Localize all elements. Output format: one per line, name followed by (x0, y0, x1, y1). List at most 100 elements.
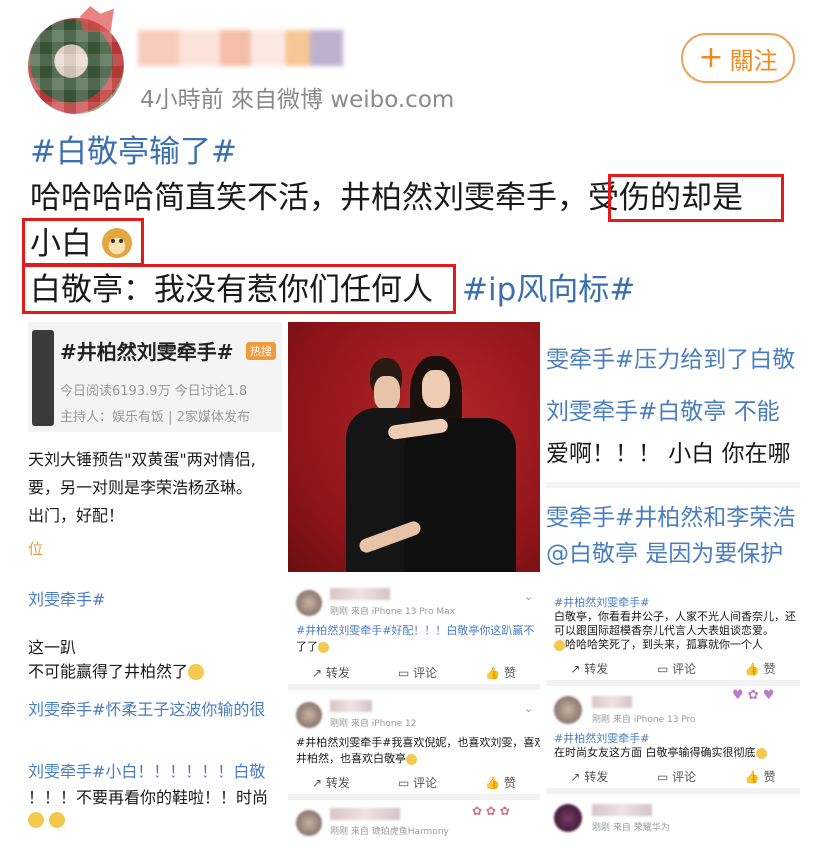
divider (546, 788, 800, 794)
repost-label: 转发 (584, 770, 609, 784)
action-bar: ↗ 转发 ▭ 评论 👍 赞 (288, 664, 540, 681)
comment-label: 评论 (413, 666, 438, 680)
commenter-avatar[interactable] (554, 804, 582, 832)
like-button[interactable]: 👍 赞 (745, 660, 776, 677)
like-button[interactable]: 👍 赞 (485, 774, 516, 791)
emoji-icon (406, 754, 417, 765)
commenter-name-blurred (330, 700, 372, 712)
highlight-box-3 (22, 264, 456, 314)
avatar-badge-icon (80, 6, 114, 32)
chevron-down-icon[interactable]: ⌄ (524, 702, 533, 715)
image-tile-right[interactable]: 雯牵手#压力给到了白敬 刘雯牵手#白敬亭 不能 爱啊！！！ 小白 你在哪 雯牵手… (546, 322, 800, 582)
commenter-avatar[interactable] (296, 810, 322, 836)
woman-body-shape (404, 418, 516, 572)
topic-card-title: #井柏然刘雯牵手# (60, 340, 234, 364)
comment-source: 刚刚 来自 iPhone 13 Pro (592, 715, 696, 725)
comment-text: #井柏然刘雯牵手#好配！！！白敬亭你这趴赢不 (296, 622, 534, 638)
commenter-name-blurred (592, 804, 652, 816)
left-text-7-label: 不可能赢得了井柏然了 (28, 662, 189, 681)
divider (546, 680, 800, 686)
left-text-6: 这一趴 (28, 638, 77, 657)
divider (288, 684, 540, 690)
avatar[interactable] (28, 18, 124, 114)
comment-source: 刚刚 来自 琥珀虎鱼Harmony (330, 827, 449, 837)
commenter-avatar[interactable] (296, 702, 322, 728)
like-button[interactable]: 👍 赞 (485, 664, 516, 681)
divider (288, 794, 540, 800)
left-text-5: 刘雯牵手# (28, 590, 106, 609)
woman-face-shape (422, 370, 450, 408)
repost-label: 转发 (325, 776, 350, 790)
laugh-emoji-icon (49, 812, 66, 828)
post-meta: 4小時前 來自微博 weibo.com (140, 87, 455, 113)
commenter-avatar[interactable] (296, 590, 322, 616)
like-button[interactable]: 👍 赞 (745, 768, 776, 785)
repost-button[interactable]: ↗ 转发 (312, 664, 350, 681)
like-label: 赞 (503, 776, 516, 790)
action-bar: ↗ 转发 ▭ 评论 👍 赞 (546, 768, 800, 785)
left-text-10: ！！！不要再看你的鞋啦！！时尚 (28, 788, 269, 807)
topic-card-stats: 今日阅读6193.9万 今日讨论1.8 (60, 384, 248, 399)
comment-label: 评论 (413, 776, 438, 790)
action-bar: ↗ 转发 ▭ 评论 👍 赞 (546, 660, 800, 677)
right-text-4: 雯牵手#井柏然和李荣浩 (546, 505, 796, 531)
right-text-2: 刘雯牵手#白敬亭 不能 (546, 399, 780, 425)
decor-icon: ♥ ✿ ♥ (732, 688, 775, 703)
repost-button[interactable]: ↗ 转发 (312, 774, 350, 791)
divider (546, 482, 800, 488)
action-bar: ↗ 转发 ▭ 评论 👍 赞 (288, 774, 540, 791)
comment-button[interactable]: ▭ 评论 (398, 774, 437, 791)
comment-button[interactable]: ▭ 评论 (657, 660, 696, 677)
comment-button[interactable]: ▭ 评论 (657, 768, 696, 785)
emoji-row (28, 810, 66, 829)
left-text-2: 要，另一对则是李荣浩杨丞琳。 (28, 478, 253, 497)
emoji-icon (554, 640, 565, 651)
topic-hashtag-1[interactable]: #白敬亭输了# (30, 132, 237, 172)
like-label: 赞 (503, 666, 516, 680)
hot-badge: 热搜 (246, 342, 276, 360)
plus-icon: + (698, 40, 724, 75)
topic-hashtag-2[interactable]: #ip风向标# (462, 270, 635, 310)
comment-text: 在时尚女友这方面 白敬亭输得确实很彻底 (554, 744, 767, 760)
image-tile-left[interactable]: #井柏然刘雯牵手# 热搜 今日阅读6193.9万 今日讨论1.8 主持人：娱乐有… (28, 322, 282, 846)
emoji-icon (188, 664, 205, 680)
commenter-name-blurred (592, 696, 632, 708)
topic-card-host: 主持人：娱乐有饭 | 2家媒体发布 (60, 410, 250, 425)
left-text-8: 刘雯牵手#怀柔王子这波你输的很 (28, 696, 265, 720)
left-text-4: 位 (28, 540, 44, 558)
commenter-avatar[interactable] (554, 696, 582, 724)
couple-photo[interactable] (288, 322, 540, 572)
left-text-9: 刘雯牵手#小白！！！！！！白敬 (28, 758, 265, 782)
laugh-emoji-icon (28, 812, 44, 828)
comments-right: #井柏然刘雯牵手# 白敬亭，你看看井公子，人家不光人间香奈儿，还 可以跟国际超模… (546, 588, 800, 846)
commenter-name-blurred (330, 588, 390, 600)
left-text-1: 天刘大锤预告"双黄蛋"两对情侣, (28, 450, 256, 469)
username-blurred[interactable] (138, 30, 343, 66)
commenter-name-blurred (330, 808, 400, 820)
repost-button[interactable]: ↗ 转发 (570, 660, 608, 677)
comment-text-line: #井柏然刘雯牵手#我喜欢倪妮，也喜欢刘雯，喜欢 (296, 736, 540, 749)
comment-text-line: 哈哈哈笑死了，到头来，孤寡就你一个人 (565, 638, 763, 651)
highlight-box-2 (22, 218, 144, 266)
comment-label: 评论 (672, 770, 697, 784)
comment-text-line: #井柏然刘雯牵手#好配！！！白敬亭你这趴赢不 (296, 624, 535, 637)
chevron-down-icon[interactable]: ⌄ (524, 590, 533, 603)
comment-text: 哈哈哈笑死了，到头来，孤寡就你一个人 (554, 636, 763, 652)
comment-source: 刚刚 来自 iPhone 13 Pro Max (330, 607, 456, 617)
left-text-9-label: 刘雯牵手#小白！！！！！！白敬 (28, 762, 266, 781)
like-label: 赞 (763, 770, 776, 784)
post-text-plain: 哈哈哈哈简直笑不活，井柏然刘雯牵手， (30, 180, 588, 216)
topic-card-thumb (32, 330, 54, 426)
follow-button[interactable]: + 關注 (681, 33, 795, 83)
comment-button[interactable]: ▭ 评论 (398, 664, 437, 681)
comment-text-line: 在时尚女友这方面 白敬亭输得确实很彻底 (554, 746, 756, 759)
comments-middle: 刚刚 来自 iPhone 13 Pro Max ⌄ #井柏然刘雯牵手#好配！！！… (288, 578, 540, 846)
highlight-box-1 (608, 174, 784, 222)
emoji-icon (755, 748, 767, 759)
decor-icon: ✿ ✿ ✿ (472, 804, 510, 818)
follow-label: 關注 (729, 46, 778, 75)
comment-text-2: 井柏然，也喜欢白敬亭 (296, 750, 417, 766)
left-text-8-label: 刘雯牵手#怀柔王子这波你输的很 (28, 700, 266, 719)
repost-label: 转发 (325, 666, 350, 680)
repost-button[interactable]: ↗ 转发 (570, 768, 608, 785)
